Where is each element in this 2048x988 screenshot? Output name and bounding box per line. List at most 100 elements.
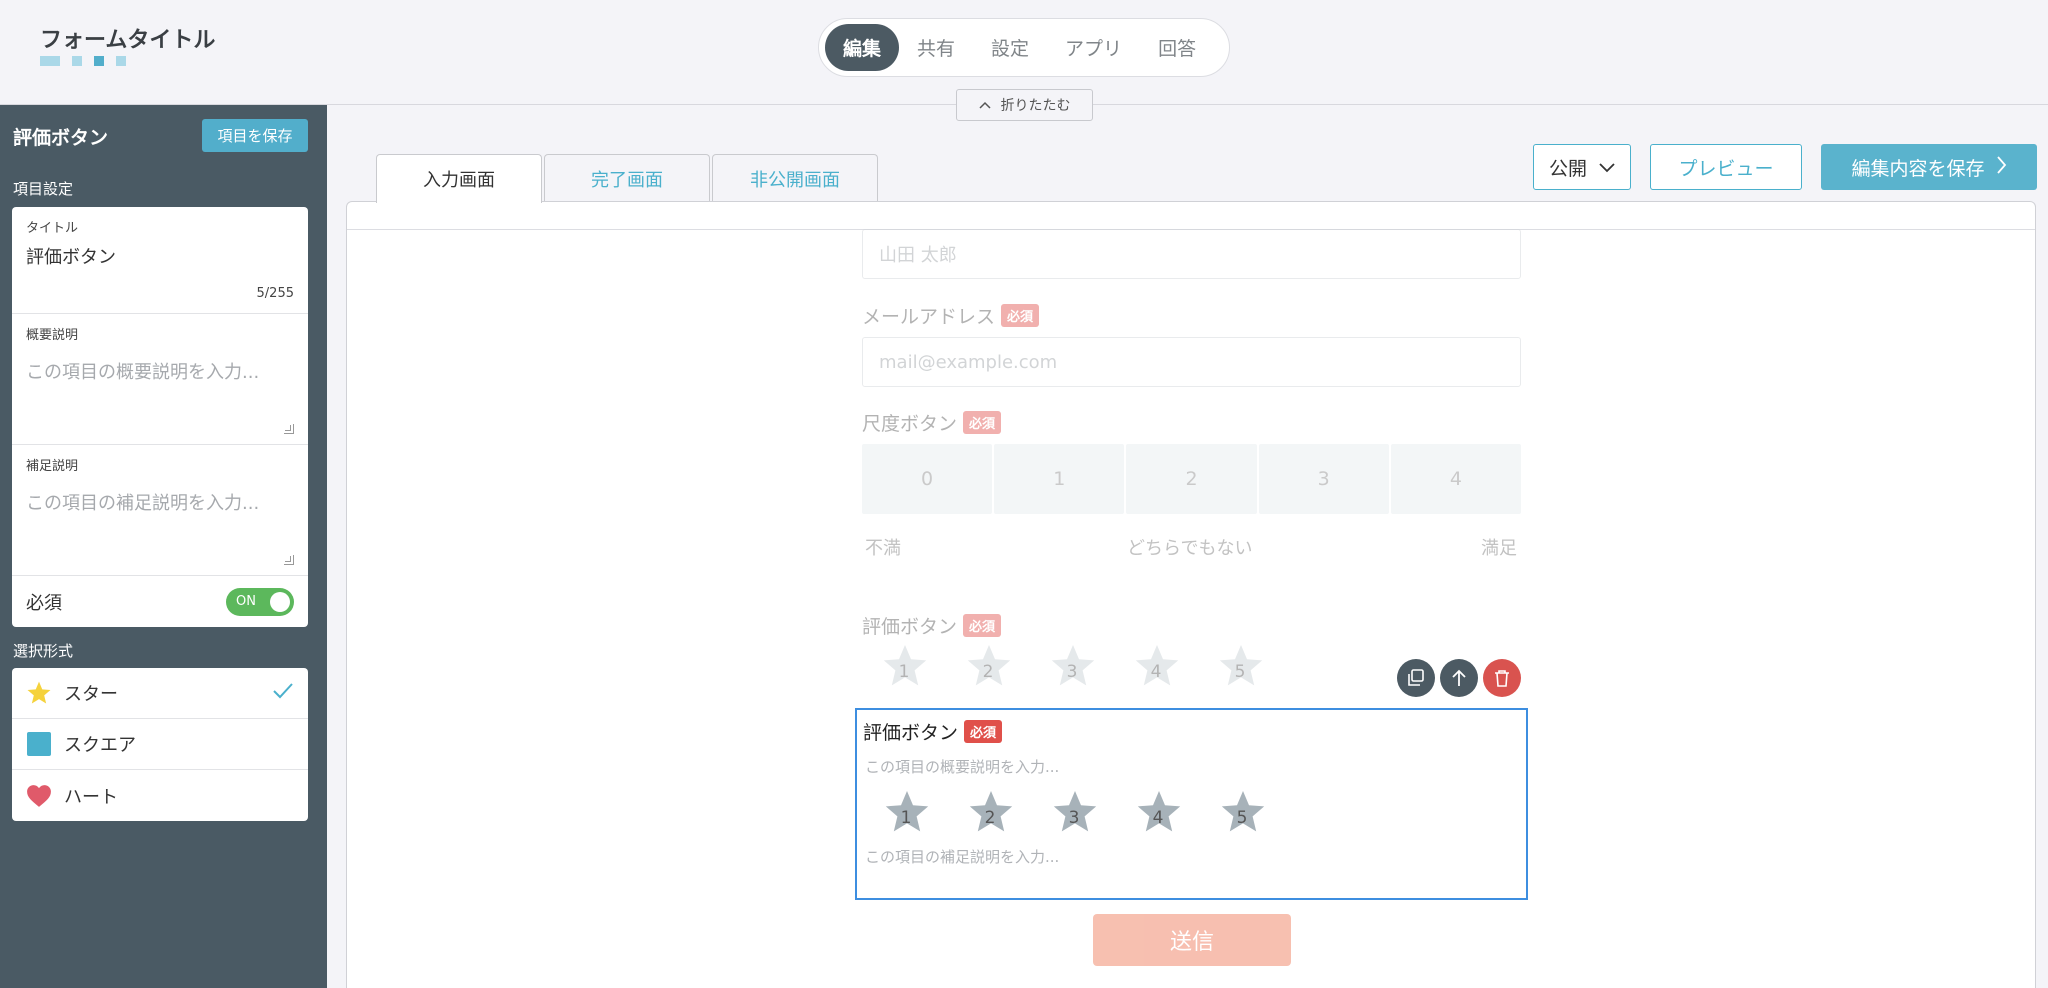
note-field-label: 補足説明 xyxy=(26,459,79,474)
option-heart[interactable]: ハート xyxy=(12,770,308,821)
chevron-right-icon xyxy=(1996,155,2007,179)
rating-star[interactable]: 4 xyxy=(1114,642,1198,694)
form-title[interactable]: フォームタイトル xyxy=(40,22,215,54)
top-nav-tabs: 編集 共有 設定 アプリ 回答 xyxy=(818,18,1230,77)
tab-responses[interactable]: 回答 xyxy=(1140,24,1214,71)
tab-complete-screen[interactable]: 完了画面 xyxy=(544,154,710,202)
star-number: 1 xyxy=(900,808,912,828)
rating-star[interactable]: 2 xyxy=(948,788,1032,840)
arrow-up-icon xyxy=(1452,669,1466,686)
checkmark-icon xyxy=(272,682,294,705)
copy-icon xyxy=(1408,669,1424,686)
scale-buttons: 0 1 2 3 4 xyxy=(862,444,1522,514)
required-toggle[interactable]: ON xyxy=(226,587,294,616)
rating-star[interactable]: 1 xyxy=(862,642,946,694)
scale-option[interactable]: 0 xyxy=(862,444,993,514)
rating-star[interactable]: 1 xyxy=(864,788,948,840)
preview-button[interactable]: プレビュー xyxy=(1650,144,1802,190)
summary-field[interactable]: 概要説明 この項目の概要説明を入力... xyxy=(12,314,308,445)
rating-preview-stars: 1 2 3 4 5 xyxy=(862,642,1282,694)
screen-tabs: 入力画面 完了画面 非公開画面 xyxy=(376,154,878,203)
scale-label: 尺度ボタン xyxy=(862,413,958,435)
star-number: 5 xyxy=(1236,808,1248,828)
item-settings-card: タイトル 評価ボタン 5/255 概要説明 この項目の概要説明を入力... 補足… xyxy=(12,207,308,627)
selected-note-placeholder: この項目の補足説明を入力... xyxy=(865,848,1060,866)
option-square-label: スクエア xyxy=(64,735,136,756)
scale-question-label: 尺度ボタン 必須 xyxy=(862,409,1002,436)
tab-edit[interactable]: 編集 xyxy=(825,24,900,71)
scale-min-label: 不満 xyxy=(865,538,901,559)
star-number: 3 xyxy=(1066,662,1078,682)
summary-field-placeholder[interactable]: この項目の概要説明を入力... xyxy=(26,358,259,384)
chevron-down-icon xyxy=(1599,156,1615,178)
scale-mid-label: どちらでもない xyxy=(1127,538,1253,559)
star-icon xyxy=(26,680,52,706)
selected-rating-stars: 1 2 3 4 5 xyxy=(864,788,1284,840)
email-input[interactable]: mail@example.com xyxy=(862,337,1521,387)
star-number: 1 xyxy=(898,662,910,682)
required-label: 必須 xyxy=(26,592,62,614)
star-number: 3 xyxy=(1068,808,1080,828)
collapse-label: 折りたたむ xyxy=(1000,98,1071,114)
tab-settings[interactable]: 設定 xyxy=(973,24,1047,71)
trash-icon xyxy=(1495,670,1509,687)
scale-option[interactable]: 3 xyxy=(1258,444,1389,514)
selection-format-heading: 選択形式 xyxy=(13,642,74,660)
duplicate-button[interactable] xyxy=(1397,659,1435,697)
collapse-button[interactable]: 折りたたむ xyxy=(956,89,1093,121)
option-star-label: スター xyxy=(64,684,118,705)
selected-rating-item[interactable]: 評価ボタン 必須 この項目の概要説明を入力... 1 2 3 4 5 この項目の… xyxy=(855,708,1528,900)
required-row: 必須 ON xyxy=(12,576,308,627)
required-badge: 必須 xyxy=(1001,304,1040,327)
star-number: 2 xyxy=(984,808,996,828)
required-badge: 必須 xyxy=(963,614,1002,637)
submit-button[interactable]: 送信 xyxy=(1093,914,1291,966)
rating-star[interactable]: 2 xyxy=(946,642,1030,694)
item-settings-heading: 項目設定 xyxy=(13,180,74,198)
selected-rating-label: 評価ボタン 必須 xyxy=(863,718,1003,745)
note-field[interactable]: 補足説明 この項目の補足説明を入力... xyxy=(12,445,308,576)
name-input[interactable]: 山田 太郎 xyxy=(862,229,1521,279)
square-icon xyxy=(26,731,52,757)
option-heart-label: ハート xyxy=(64,786,118,808)
save-item-button[interactable]: 項目を保存 xyxy=(202,119,308,152)
delete-button[interactable] xyxy=(1483,659,1521,697)
title-field-value[interactable]: 評価ボタン xyxy=(26,243,116,269)
rating-label: 評価ボタン xyxy=(862,616,958,638)
tab-share[interactable]: 共有 xyxy=(899,24,973,71)
rating-star[interactable]: 5 xyxy=(1200,788,1284,840)
selection-format-card: スター スクエア ハート xyxy=(12,668,308,821)
rating-star[interactable]: 4 xyxy=(1116,788,1200,840)
scale-option[interactable]: 1 xyxy=(994,444,1125,514)
tab-private-screen[interactable]: 非公開画面 xyxy=(712,154,878,202)
rating-star[interactable]: 3 xyxy=(1030,642,1114,694)
option-star[interactable]: スター xyxy=(12,668,308,719)
note-field-placeholder[interactable]: この項目の補足説明を入力... xyxy=(26,489,259,515)
required-badge: 必須 xyxy=(964,720,1003,743)
title-decoration xyxy=(40,56,126,66)
star-number: 2 xyxy=(982,662,994,682)
resize-handle-icon[interactable] xyxy=(284,424,294,434)
star-number: 4 xyxy=(1150,662,1162,682)
tab-apps[interactable]: アプリ xyxy=(1047,24,1140,71)
resize-handle-icon[interactable] xyxy=(284,555,294,565)
option-square[interactable]: スクエア xyxy=(12,719,308,770)
save-edits-button[interactable]: 編集内容を保存 xyxy=(1821,144,2037,190)
save-edits-label: 編集内容を保存 xyxy=(1851,157,1985,180)
sidebar-title: 評価ボタン xyxy=(13,127,109,149)
tab-input-screen[interactable]: 入力画面 xyxy=(376,154,542,203)
publish-dropdown[interactable]: 公開 xyxy=(1533,144,1631,190)
rating-star[interactable]: 3 xyxy=(1032,788,1116,840)
star-number: 4 xyxy=(1152,808,1164,828)
heart-icon xyxy=(26,783,52,809)
rating-preview-label: 評価ボタン 必須 xyxy=(862,612,1002,639)
title-char-count: 5/255 xyxy=(256,286,294,301)
move-up-button[interactable] xyxy=(1440,659,1478,697)
scale-max-label: 満足 xyxy=(1481,538,1517,559)
scale-option[interactable]: 2 xyxy=(1126,444,1257,514)
publish-label: 公開 xyxy=(1548,157,1587,180)
scale-option[interactable]: 4 xyxy=(1390,444,1522,514)
rating-star[interactable]: 5 xyxy=(1198,642,1282,694)
title-field[interactable]: タイトル 評価ボタン 5/255 xyxy=(12,207,308,314)
selected-summary-placeholder: この項目の概要説明を入力... xyxy=(865,758,1060,776)
